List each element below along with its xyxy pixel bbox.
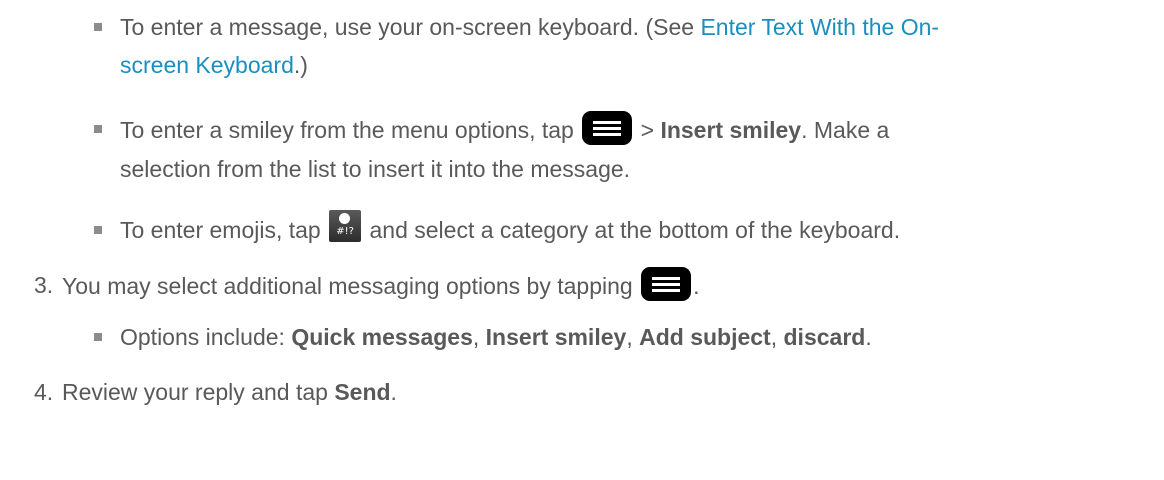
item-text: You may select additional messaging opti… bbox=[62, 273, 633, 300]
item-text: To enter emojis, tap bbox=[120, 217, 321, 244]
option-add-subject: Add subject bbox=[639, 324, 771, 350]
item-text: and select a category at the bottom of t… bbox=[363, 217, 901, 244]
list-item-continuation: selection from the list to insert it int… bbox=[120, 155, 630, 183]
send-label: Send bbox=[334, 379, 391, 405]
step-number: 3. bbox=[34, 272, 54, 298]
item-text: Options include: bbox=[120, 324, 292, 350]
list-item: To enter emojis, tap #!? and select a ca… bbox=[120, 210, 901, 248]
step-text: Review your reply and tap Send. bbox=[62, 378, 397, 406]
item-text: .) bbox=[293, 52, 308, 78]
menu-icon bbox=[641, 267, 692, 301]
option-discard: discard bbox=[783, 324, 866, 350]
option-insert-smiley: Insert smiley bbox=[485, 324, 627, 350]
item-text: . Make a bbox=[801, 117, 890, 144]
menu-icon bbox=[582, 111, 633, 145]
bullet-marker bbox=[94, 23, 102, 31]
step-text: You may select additional messaging opti… bbox=[62, 267, 700, 305]
insert-smiley-label: Insert smiley bbox=[660, 117, 802, 144]
bullet-marker bbox=[94, 226, 102, 234]
item-text: To enter a smiley from the menu options,… bbox=[120, 117, 574, 144]
keyboard-help-link-cont[interactable]: screen Keyboard bbox=[120, 52, 294, 78]
step-number: 4. bbox=[34, 379, 54, 405]
keyboard-help-link[interactable]: Enter Text With the On- bbox=[700, 14, 939, 40]
list-item: To enter a smiley from the menu options,… bbox=[120, 111, 890, 149]
option-quick-messages: Quick messages bbox=[291, 324, 473, 350]
list-item-continuation: screen Keyboard.) bbox=[120, 51, 308, 79]
item-text: . bbox=[390, 379, 397, 405]
item-text: To enter a message, use your on-screen k… bbox=[120, 14, 701, 40]
item-text: selection from the list to insert it int… bbox=[120, 156, 631, 182]
bullet-marker bbox=[94, 125, 102, 133]
list-item: Options include: Quick messages, Insert … bbox=[120, 324, 872, 350]
item-text: . bbox=[693, 273, 700, 300]
list-item: To enter a message, use your on-screen k… bbox=[120, 13, 939, 41]
emoji-keyboard-icon: #!? bbox=[329, 210, 362, 242]
bullet-marker bbox=[94, 333, 102, 341]
separator-text: > bbox=[634, 117, 661, 144]
item-text: Review your reply and tap bbox=[62, 379, 335, 405]
